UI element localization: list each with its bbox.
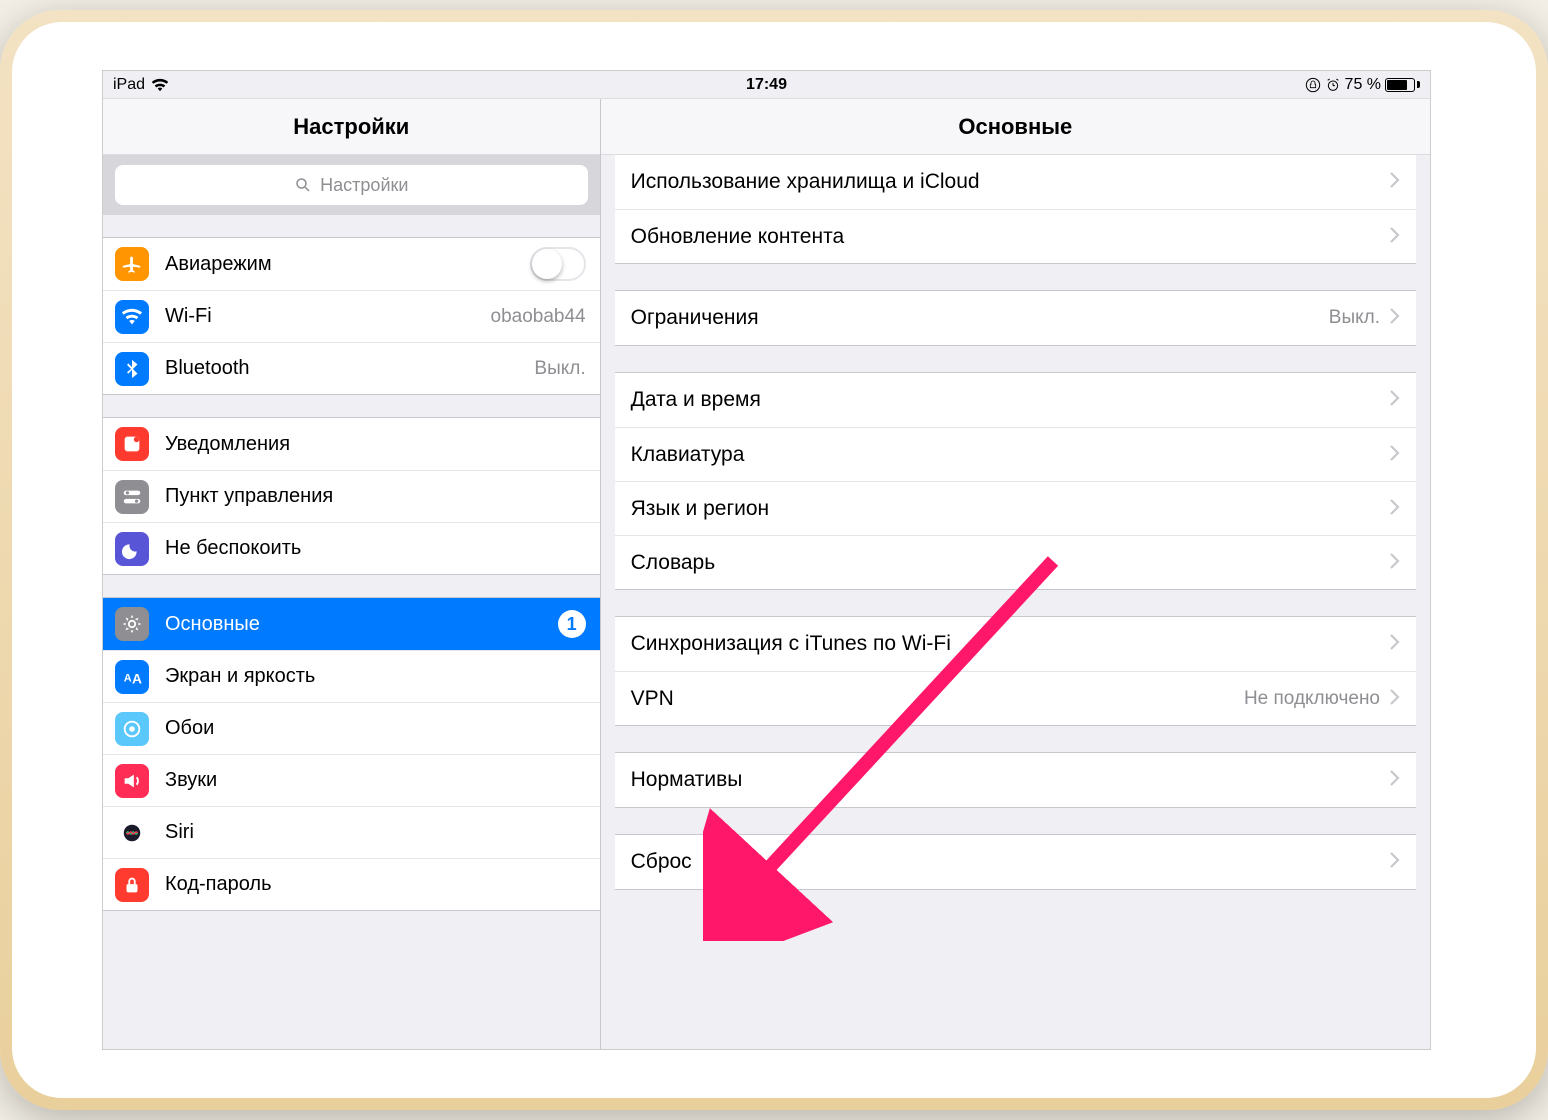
sidebar-item-label: Авиарежим bbox=[165, 253, 530, 276]
detail-row-label: Ограничения bbox=[631, 306, 1329, 330]
detail-row-reset[interactable]: Сброс bbox=[615, 835, 1416, 889]
alarm-icon bbox=[1325, 77, 1341, 93]
detail-row-regulatory[interactable]: Нормативы bbox=[615, 753, 1416, 807]
chevron-right-icon bbox=[1390, 170, 1400, 194]
ipad-frame: iPad 17:49 75 % bbox=[0, 10, 1548, 1110]
detail-row-value: Выкл. bbox=[1329, 307, 1380, 329]
sidebar-item-general[interactable]: Основные 1 bbox=[103, 598, 600, 650]
sidebar-title: Настройки bbox=[103, 99, 600, 155]
aa-icon: AA bbox=[115, 660, 149, 694]
airplane-icon bbox=[115, 247, 149, 281]
search-input[interactable]: Настройки bbox=[115, 165, 588, 205]
bell-icon bbox=[115, 427, 149, 461]
battery-pct: 75 % bbox=[1345, 76, 1381, 94]
detail-row-bgrefresh[interactable]: Обновление контента bbox=[615, 209, 1416, 263]
sidebar-item-label: Уведомления bbox=[165, 433, 586, 456]
svg-text:A: A bbox=[124, 672, 132, 684]
detail-row-label: Словарь bbox=[631, 551, 1380, 575]
chevron-right-icon bbox=[1390, 687, 1400, 711]
badge-count: 1 bbox=[558, 610, 586, 638]
detail-row-label: Дата и время bbox=[631, 388, 1380, 412]
detail-row-label: VPN bbox=[631, 687, 1244, 711]
sidebar-item-passcode[interactable]: Код-пароль bbox=[103, 858, 600, 910]
chevron-right-icon bbox=[1390, 497, 1400, 521]
toggle-airplane[interactable] bbox=[530, 247, 586, 281]
battery-icon bbox=[1385, 78, 1420, 92]
sidebar: Настройки Настройки Авиарежим Wi-Fiobaoba… bbox=[103, 99, 601, 1049]
chevron-right-icon bbox=[1390, 443, 1400, 467]
svg-text:A: A bbox=[132, 671, 142, 686]
wifi-icon bbox=[115, 300, 149, 334]
detail-row-value: Не подключено bbox=[1244, 688, 1380, 710]
chevron-right-icon bbox=[1390, 768, 1400, 792]
chevron-right-icon bbox=[1390, 388, 1400, 412]
chevron-right-icon bbox=[1390, 225, 1400, 249]
screen: iPad 17:49 75 % bbox=[102, 70, 1431, 1050]
detail-row-label: Язык и регион bbox=[631, 497, 1380, 521]
sidebar-item-airplane[interactable]: Авиарежим bbox=[103, 238, 600, 290]
detail-row-lang[interactable]: Язык и регион bbox=[615, 481, 1416, 535]
siri-icon bbox=[115, 816, 149, 850]
sidebar-item-dnd[interactable]: Не беспокоить bbox=[103, 522, 600, 574]
detail-row-label: Сброс bbox=[631, 850, 1380, 874]
split-view: Настройки Настройки Авиарежим Wi-Fiobaoba… bbox=[103, 99, 1430, 1049]
sidebar-item-label: Код-пароль bbox=[165, 873, 586, 896]
device-bezel: iPad 17:49 75 % bbox=[12, 22, 1536, 1098]
search-wrap: Настройки bbox=[103, 155, 600, 215]
lock-icon bbox=[115, 868, 149, 902]
detail-title: Основные bbox=[601, 99, 1430, 155]
detail-row-itunessync[interactable]: Синхронизация с iTunes по Wi-Fi bbox=[615, 617, 1416, 671]
detail-row-label: Обновление контента bbox=[631, 225, 1380, 249]
search-placeholder: Настройки bbox=[320, 175, 408, 196]
chevron-right-icon bbox=[1390, 551, 1400, 575]
sidebar-item-display[interactable]: AA Экран и яркость bbox=[103, 650, 600, 702]
chevron-right-icon bbox=[1390, 632, 1400, 656]
sidebar-item-label: Экран и яркость bbox=[165, 665, 586, 688]
detail-row-restrictions[interactable]: ОграниченияВыкл. bbox=[615, 291, 1416, 345]
detail-row-storage[interactable]: Использование хранилища и iCloud bbox=[615, 155, 1416, 209]
gear-icon bbox=[115, 607, 149, 641]
speaker-icon bbox=[115, 764, 149, 798]
sidebar-item-controlcenter[interactable]: Пункт управления bbox=[103, 470, 600, 522]
detail-row-label: Клавиатура bbox=[631, 443, 1380, 467]
sidebar-item-sounds[interactable]: Звуки bbox=[103, 754, 600, 806]
switches-icon bbox=[115, 480, 149, 514]
orientation-lock-icon bbox=[1305, 77, 1321, 93]
sidebar-item-label: Основные bbox=[165, 613, 550, 636]
chevron-right-icon bbox=[1390, 850, 1400, 874]
sidebar-item-siri[interactable]: Siri bbox=[103, 806, 600, 858]
chevron-right-icon bbox=[1390, 306, 1400, 330]
sidebar-item-label: Звуки bbox=[165, 769, 586, 792]
detail-row-label: Нормативы bbox=[631, 768, 1380, 792]
detail-row-label: Использование хранилища и iCloud bbox=[631, 170, 1380, 194]
status-bar: iPad 17:49 75 % bbox=[103, 71, 1430, 99]
status-time: 17:49 bbox=[549, 76, 985, 94]
detail-row-dict[interactable]: Словарь bbox=[615, 535, 1416, 589]
sidebar-item-wallpaper[interactable]: Обои bbox=[103, 702, 600, 754]
sidebar-item-label: Wi-Fi bbox=[165, 305, 491, 328]
sidebar-item-label: Siri bbox=[165, 821, 586, 844]
detail-pane: Основные Использование хранилища и iClou… bbox=[601, 99, 1430, 1049]
sidebar-item-label: Пункт управления bbox=[165, 485, 586, 508]
sidebar-item-notifications[interactable]: Уведомления bbox=[103, 418, 600, 470]
sidebar-item-value: obaobab44 bbox=[491, 306, 586, 328]
sidebar-item-label: Обои bbox=[165, 717, 586, 740]
detail-row-label: Синхронизация с iTunes по Wi-Fi bbox=[631, 632, 1380, 656]
sidebar-item-bt[interactable]: BluetoothВыкл. bbox=[103, 342, 600, 394]
detail-row-vpn[interactable]: VPNНе подключено bbox=[615, 671, 1416, 725]
detail-row-datetime[interactable]: Дата и время bbox=[615, 373, 1416, 427]
moon-icon bbox=[115, 532, 149, 566]
sidebar-item-value: Выкл. bbox=[534, 358, 585, 380]
flower-icon bbox=[115, 712, 149, 746]
detail-row-keyboard[interactable]: Клавиатура bbox=[615, 427, 1416, 481]
sidebar-item-label: Не беспокоить bbox=[165, 537, 586, 560]
sidebar-item-wifi[interactable]: Wi-Fiobaobab44 bbox=[103, 290, 600, 342]
search-icon bbox=[294, 176, 312, 194]
sidebar-item-label: Bluetooth bbox=[165, 357, 534, 380]
wifi-status-icon bbox=[151, 78, 169, 92]
bluetooth-icon bbox=[115, 352, 149, 386]
device-label: iPad bbox=[113, 76, 145, 94]
